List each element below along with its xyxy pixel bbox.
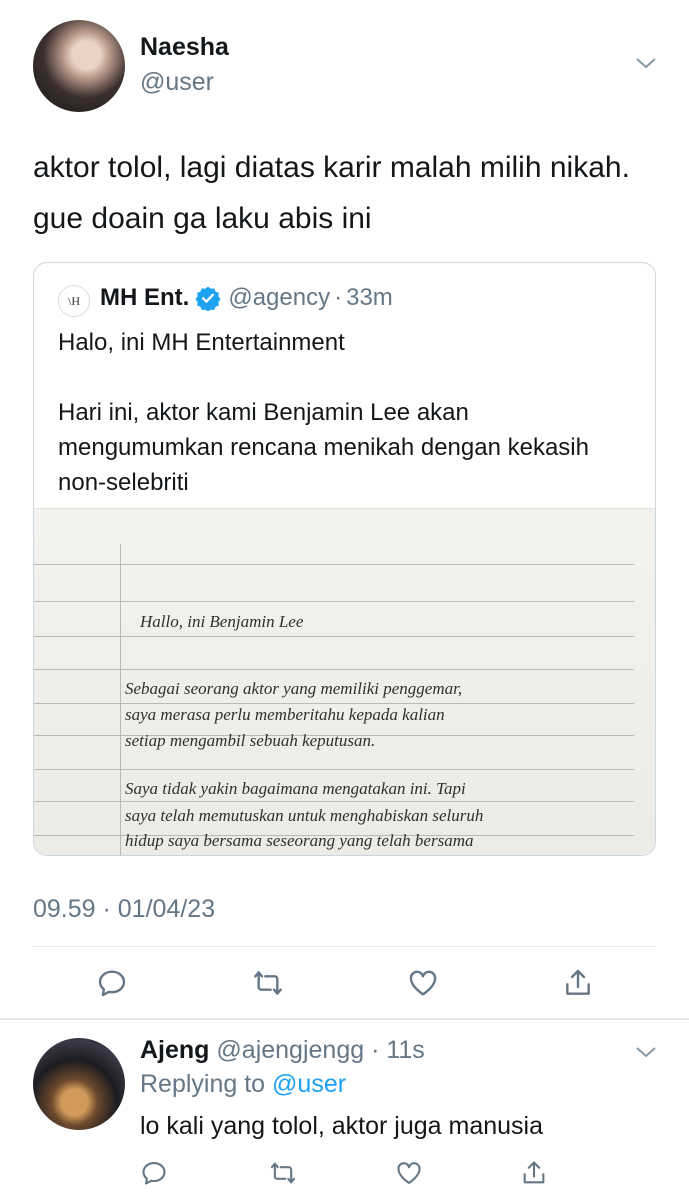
ruled-line — [34, 669, 634, 670]
letter-line: setiap mengambil sebuah keputusan. — [125, 731, 376, 750]
quoted-tweet-card[interactable]: \H MH Ent. @agency · 33m Halo, ini MH En… — [33, 262, 656, 856]
reply-button[interactable] — [136, 1155, 172, 1191]
share-icon — [566, 969, 590, 995]
retweet-button[interactable] — [250, 965, 286, 1001]
meta-separator: · — [334, 284, 343, 311]
reply-author-avatar[interactable] — [33, 1038, 125, 1130]
letter-line: hidup saya bersama seseorang yang telah … — [125, 831, 474, 850]
ruled-line — [34, 703, 634, 704]
agency-logo: \H — [58, 285, 90, 317]
letter-line: Saya tidak yakin bagaimana mengatakan in… — [125, 779, 466, 798]
author-handle[interactable]: @user — [140, 68, 214, 97]
quoted-tweet-text: Halo, ini MH Entertainment Hari ini, akt… — [58, 329, 589, 496]
retweet-icon — [270, 1162, 296, 1184]
letter-photo[interactable]: Hallo, ini Benjamin Lee Sebagai seorang … — [34, 508, 655, 855]
verified-badge-icon — [195, 286, 221, 311]
reply-author-name[interactable]: Ajeng — [140, 1036, 209, 1064]
chevron-down-icon[interactable] — [634, 1044, 658, 1060]
quoted-tweet-header: MH Ent. @agency · 33m — [100, 284, 393, 312]
replying-to: Replying to @user — [140, 1070, 346, 1099]
reply-icon — [142, 1162, 166, 1185]
quoted-author-handle[interactable]: @agency — [228, 284, 330, 312]
letter-line: saya telah memutuskan untuk menghabiskan… — [125, 806, 484, 825]
ruled-line — [34, 564, 634, 565]
reply-author-handle[interactable]: @ajengjengg — [216, 1036, 364, 1064]
quoted-author-name[interactable]: MH Ent. — [100, 284, 189, 312]
tweet-text: aktor tolol, lagi diatas karir malah mil… — [33, 151, 630, 235]
share-button[interactable] — [516, 1155, 552, 1191]
ruled-line — [34, 636, 634, 637]
tweet-timestamp: 09.59 · 01/04/23 — [33, 895, 216, 923]
author-name[interactable]: Naesha — [140, 33, 229, 62]
retweet-icon — [254, 971, 282, 995]
share-button[interactable] — [560, 965, 596, 1001]
author-avatar[interactable] — [33, 20, 125, 112]
reply-time: 11s — [386, 1036, 425, 1064]
reply-icon — [98, 970, 126, 997]
ruled-line — [34, 801, 634, 802]
ruled-line — [34, 601, 634, 602]
meta-separator: · — [371, 1036, 380, 1064]
like-icon — [409, 970, 437, 996]
replying-to-label: Replying to — [140, 1070, 266, 1098]
quoted-tweet-time: 33m — [346, 284, 393, 311]
reply-text: lo kali yang tolol, aktor juga manusia — [140, 1112, 544, 1140]
like-button[interactable] — [391, 1155, 427, 1191]
letter-line: Hallo, ini Benjamin Lee — [140, 612, 304, 631]
chevron-down-icon[interactable] — [634, 55, 658, 71]
ruled-line — [34, 769, 634, 770]
letter-line: saya merasa perlu memberitahu kepada kal… — [125, 705, 445, 724]
reply-button[interactable] — [94, 965, 130, 1001]
share-icon — [523, 1161, 545, 1184]
divider — [33, 946, 656, 947]
like-icon — [397, 1162, 421, 1184]
replying-to-handle[interactable]: @user — [272, 1070, 346, 1098]
margin-line — [120, 544, 121, 855]
divider — [0, 1018, 689, 1020]
reply-header: Ajeng @ajengjengg · 11s — [140, 1036, 425, 1065]
retweet-button[interactable] — [265, 1155, 301, 1191]
like-button[interactable] — [405, 965, 441, 1001]
letter-line: Sebagai seorang aktor yang memiliki peng… — [125, 679, 463, 698]
